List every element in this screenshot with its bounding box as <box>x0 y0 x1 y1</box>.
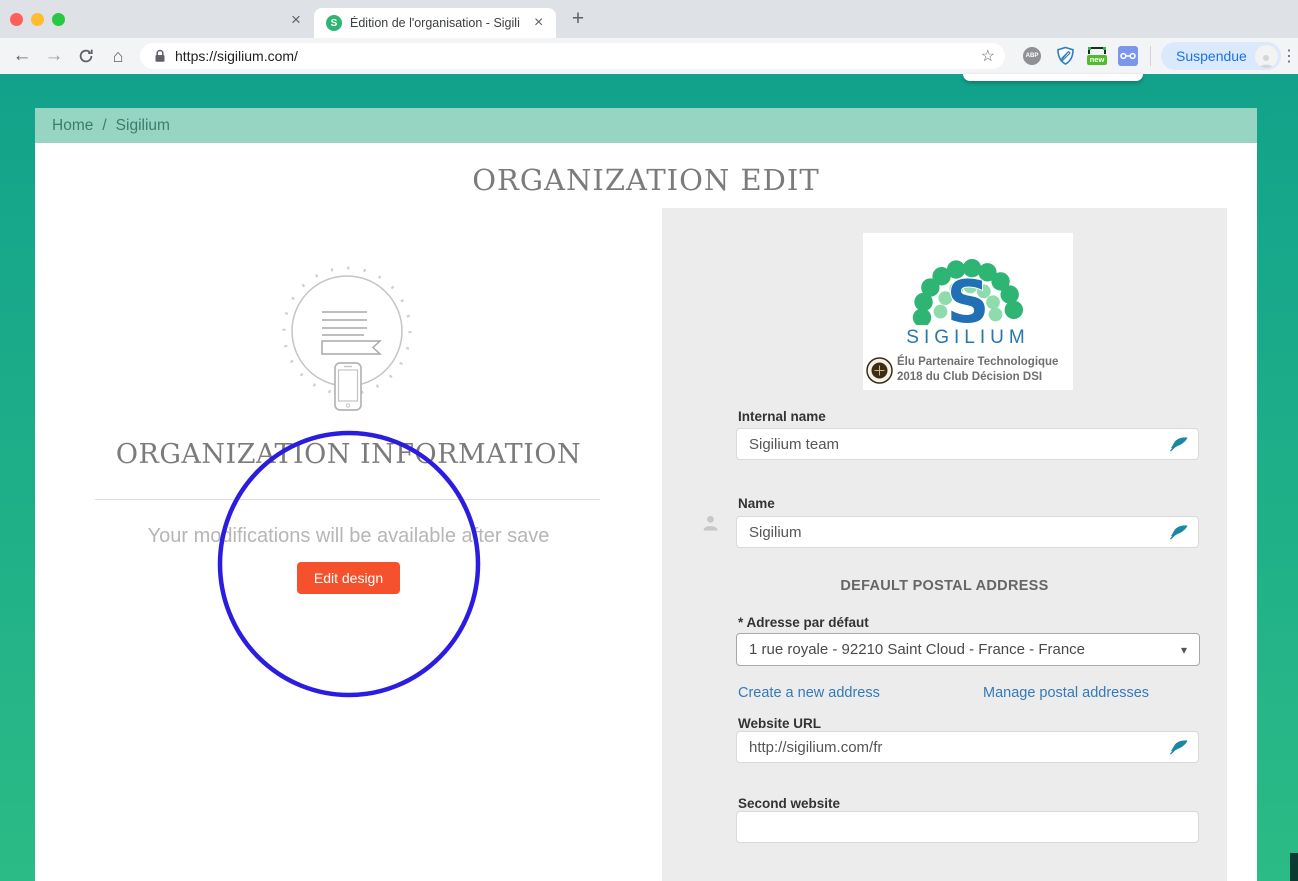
edit-pen-icon[interactable] <box>1170 437 1188 457</box>
chevron-down-icon: ▾ <box>1180 642 1187 657</box>
active-tab[interactable]: S Édition de l'organisation - Sigili × <box>314 8 556 38</box>
breadcrumb: Home / Sigilium <box>35 108 1257 143</box>
maximize-window-button[interactable] <box>52 13 65 26</box>
default-address-label: * Adresse par défaut <box>738 615 869 630</box>
person-icon <box>703 515 718 531</box>
back-icon[interactable]: ← <box>8 38 36 74</box>
lock-icon[interactable] <box>154 49 166 63</box>
internal-name-input[interactable] <box>736 428 1199 460</box>
tab-close-icon[interactable]: × <box>534 14 543 32</box>
sigilium-favicon-icon: S <box>326 15 342 31</box>
minimize-window-button[interactable] <box>31 13 44 26</box>
glasses-extension-icon[interactable] <box>1117 38 1139 74</box>
second-website-label: Second website <box>738 796 841 811</box>
organization-edit-form: S SIGILIUM Élu Partenaire Technologique … <box>662 208 1227 881</box>
browser-menu-icon[interactable]: ⋮ <box>1280 38 1298 74</box>
profile-button[interactable]: Suspendue <box>1161 42 1281 70</box>
content-area: ORGANIZATION EDIT ORGANIZATION INFORMATI… <box>35 143 1257 881</box>
reload-icon[interactable] <box>72 38 100 74</box>
scanner-frame-icon <box>1088 47 1106 55</box>
browser-toolbar: ← → ⌂ https://sigilium.com/ ☆ ABP new Su… <box>0 38 1298 74</box>
default-postal-address-heading: DEFAULT POSTAL ADDRESS <box>840 578 1049 594</box>
shield-extension-icon[interactable] <box>1054 38 1076 74</box>
bookmark-star-icon[interactable]: ☆ <box>981 46 995 66</box>
avatar <box>1254 44 1278 68</box>
manage-addresses-link[interactable]: Manage postal addresses <box>983 685 1149 701</box>
close-window-button[interactable] <box>10 13 23 26</box>
popup-remnant <box>963 74 1143 81</box>
edit-pen-icon[interactable] <box>1170 740 1188 760</box>
tab-strip: × S Édition de l'organisation - Sigili ×… <box>0 0 1298 38</box>
organization-info-heading: ORGANIZATION INFORMATION <box>115 439 582 470</box>
organization-logo-card: S SIGILIUM Élu Partenaire Technologique … <box>863 233 1073 390</box>
scrollbar-corner <box>1290 853 1298 881</box>
adblock-extension-icon[interactable]: ABP <box>1022 38 1042 74</box>
address-bar[interactable]: https://sigilium.com/ ☆ <box>140 43 1005 69</box>
brand-name: SIGILIUM <box>906 327 1030 348</box>
internal-name-label: Internal name <box>738 409 826 424</box>
edit-design-button[interactable]: Edit design <box>296 562 401 594</box>
default-address-select[interactable]: 1 rue royale - 92210 Saint Cloud - Franc… <box>736 633 1200 666</box>
browser-window: × S Édition de l'organisation - Sigili ×… <box>0 0 1298 881</box>
second-website-input[interactable] <box>736 811 1199 843</box>
url-text[interactable]: https://sigilium.com/ <box>175 48 981 64</box>
web-page: Home / Sigilium ORGANIZATION EDIT ORGANI… <box>0 74 1298 881</box>
badge-line1: Élu Partenaire Technologique <box>897 356 1059 369</box>
divider <box>95 499 600 500</box>
create-address-link[interactable]: Create a new address <box>738 685 880 701</box>
default-address-value: 1 rue royale - 92210 Saint Cloud - Franc… <box>749 641 1085 658</box>
organization-info-panel: ORGANIZATION INFORMATION Your modificati… <box>35 143 662 881</box>
sigilium-logo-icon: S <box>912 258 1024 325</box>
save-note-text: Your modifications will be available aft… <box>147 525 550 547</box>
tab-title: Édition de l'organisation - Sigili <box>350 16 520 30</box>
breadcrumb-separator: / <box>102 116 107 134</box>
club-crest-icon <box>866 356 893 384</box>
new-tab-button[interactable]: + <box>565 6 591 32</box>
breadcrumb-home-link[interactable]: Home <box>52 117 93 135</box>
name-label: Name <box>738 496 775 511</box>
home-icon[interactable]: ⌂ <box>104 38 132 74</box>
edit-pen-icon[interactable] <box>1170 525 1188 545</box>
award-badge: Élu Partenaire Technologique 2018 du Clu… <box>866 355 1058 385</box>
breadcrumb-current-link[interactable]: Sigilium <box>116 117 170 135</box>
website-url-input[interactable] <box>736 731 1199 763</box>
inactive-tab-close-icon[interactable]: × <box>291 10 301 30</box>
svg-text:S: S <box>947 267 989 325</box>
signature-preview-illustration <box>282 266 412 411</box>
toolbar-separator <box>1150 46 1151 66</box>
scanner-new-extension-icon[interactable]: new <box>1084 38 1110 74</box>
name-input[interactable] <box>736 516 1199 548</box>
forward-icon[interactable]: → <box>40 38 68 74</box>
website-url-label: Website URL <box>738 716 822 731</box>
badge-line2: 2018 du Club Décision DSI <box>897 371 1043 384</box>
